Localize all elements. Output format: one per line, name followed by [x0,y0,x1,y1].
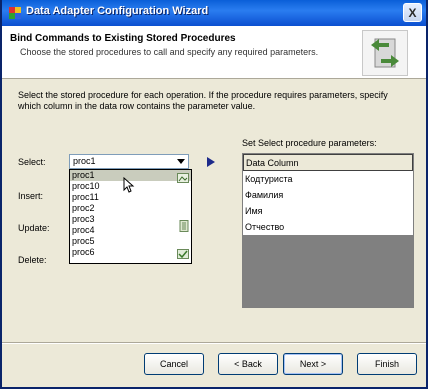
wizard-window: Data Adapter Configuration Wizard X Bind… [0,0,428,389]
grid-row[interactable]: Кодтуриста [243,171,413,187]
chevron-down-icon[interactable] [175,156,187,167]
dropdown-option[interactable]: proc5 [70,236,191,247]
grid-row[interactable]: Фамилия [243,187,413,203]
grid-column-header[interactable]: Data Column [243,154,413,171]
dropdown-option[interactable]: proc6 [70,247,191,258]
dropdown-option[interactable]: proc4 [70,225,191,236]
document-icon [178,220,190,232]
select-label: Select: [18,157,46,167]
back-button[interactable]: < Back [218,353,278,375]
footer-separator [2,342,426,344]
close-button[interactable]: X [403,3,422,22]
close-icon: X [408,5,417,20]
dropdown-option[interactable]: proc11 [70,192,191,203]
mouse-cursor-icon [123,176,135,193]
check-icon [177,249,189,259]
page-title: Bind Commands to Existing Stored Procedu… [10,33,236,44]
update-label: Update: [18,223,50,233]
finish-button[interactable]: Finish [357,353,417,375]
select-procedure-combobox[interactable]: proc1 [69,154,189,169]
select-procedure-value: proc1 [73,156,96,166]
app-icon [8,6,22,20]
parameters-grid[interactable]: Data Column Кодтуриста Фамилия Имя Отчес… [242,153,414,308]
grid-row[interactable]: Отчество [243,219,413,235]
arrow-right-icon [207,157,215,167]
insert-label: Insert: [18,191,44,201]
next-button[interactable]: Next > [283,353,343,375]
window-title: Data Adapter Configuration Wizard [26,5,209,17]
wizard-header: Bind Commands to Existing Stored Procedu… [2,26,426,79]
dropdown-option[interactable]: proc3 [70,214,191,225]
instructions-text: Select the stored procedure for each ope… [18,90,388,111]
params-label: Set Select procedure parameters: [242,138,377,148]
grid-row[interactable]: Имя [243,203,413,219]
page-description: Choose the stored procedures to call and… [20,47,319,57]
title-bar[interactable]: Data Adapter Configuration Wizard X [2,0,426,26]
image-icon [177,173,189,183]
wizard-header-icon [362,30,408,76]
delete-label: Delete: [18,255,47,265]
dropdown-option[interactable]: proc2 [70,203,191,214]
cancel-button[interactable]: Cancel [144,353,204,375]
